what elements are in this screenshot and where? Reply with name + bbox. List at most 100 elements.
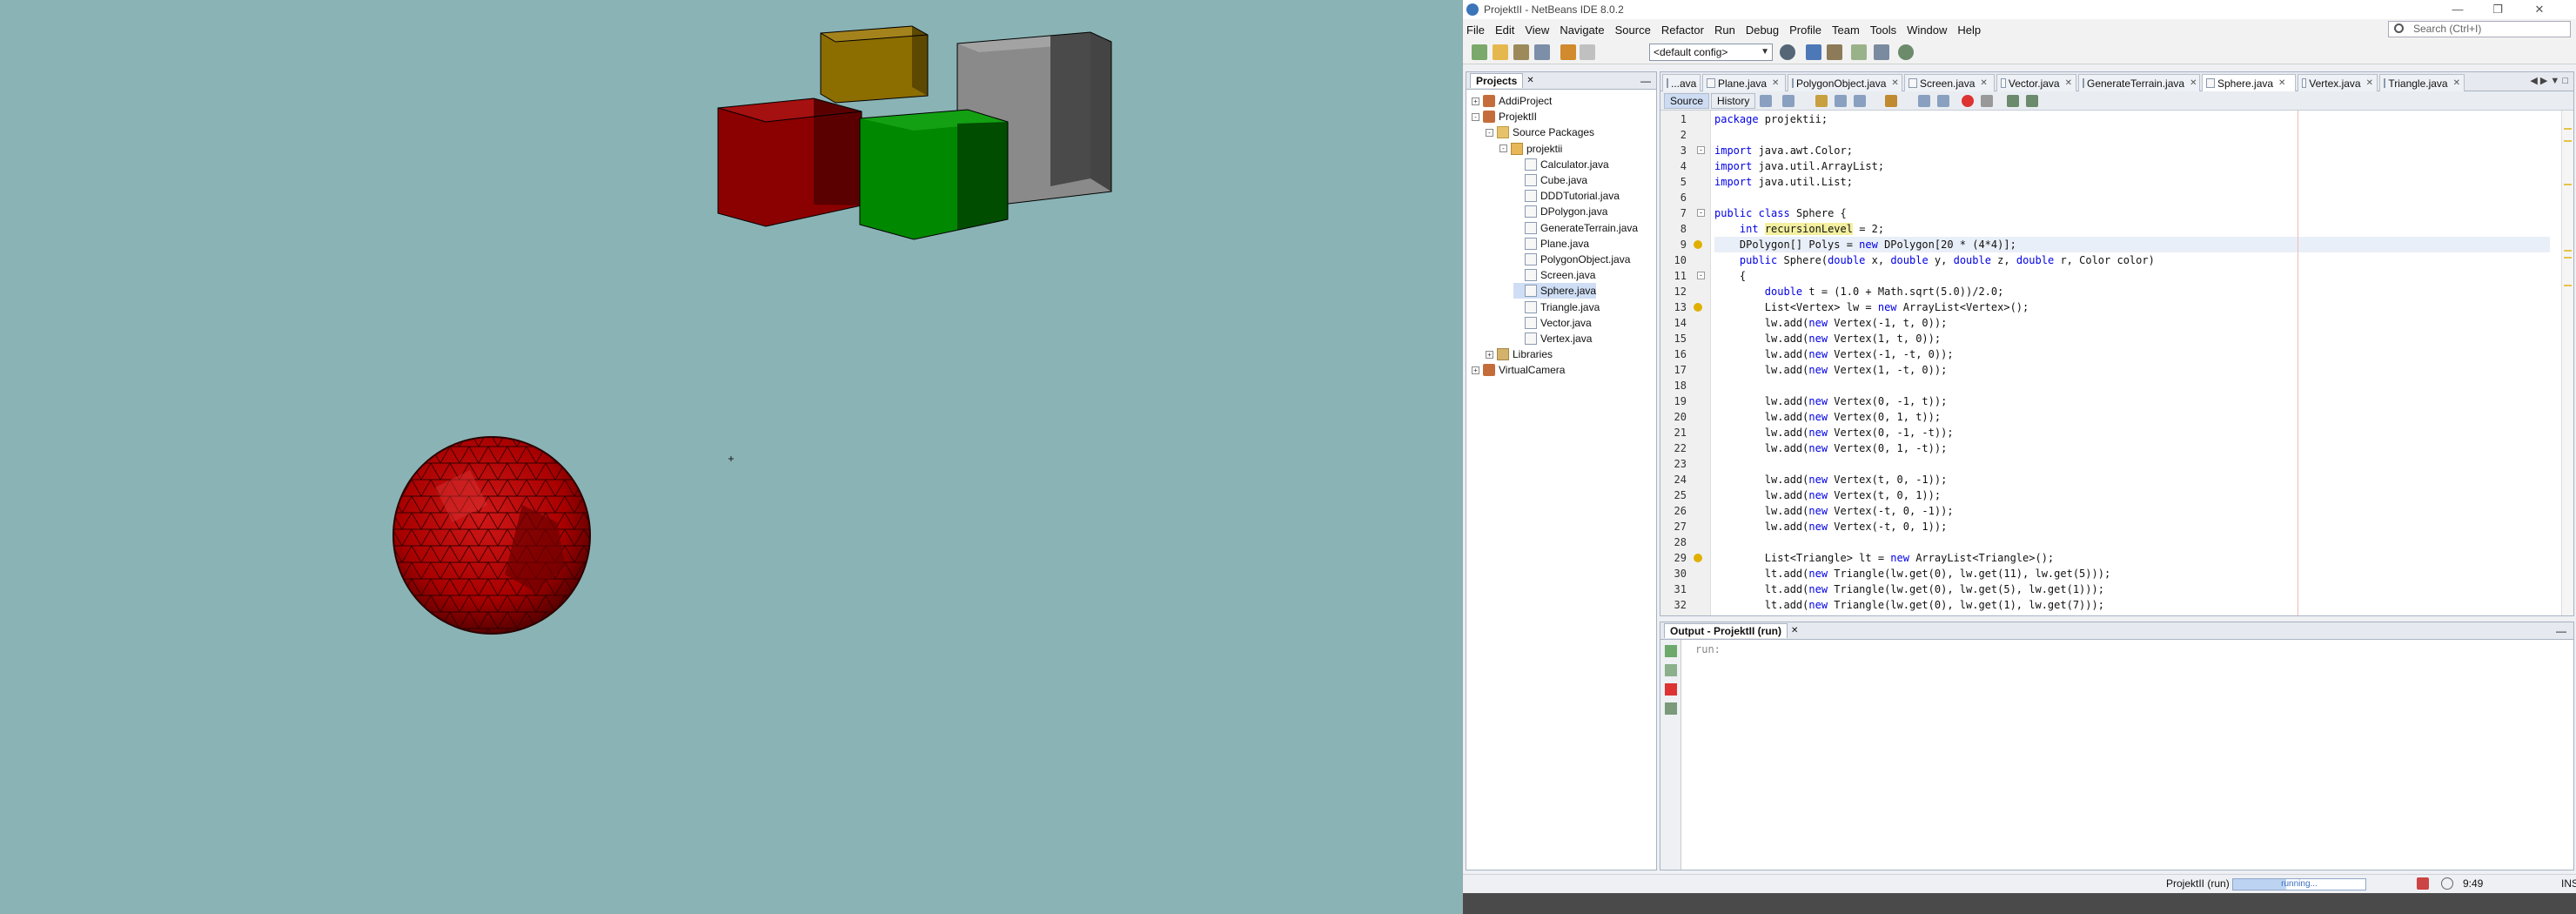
- maximize-icon[interactable]: ❐: [2478, 0, 2518, 19]
- close-tab-icon[interactable]: ✕: [2065, 76, 2072, 91]
- tab-projects[interactable]: Projects: [1470, 73, 1524, 88]
- tab-navigation-icon[interactable]: ◀ ▶ ▼ □: [2530, 75, 2568, 86]
- menu-tools[interactable]: Tools: [1870, 24, 1896, 37]
- menu-source[interactable]: Source: [1615, 24, 1651, 37]
- collapse-icon[interactable]: -: [1472, 112, 1479, 121]
- menu-window[interactable]: Window: [1907, 24, 1947, 37]
- debug-icon[interactable]: [1874, 44, 1889, 60]
- rerun-icon[interactable]: [1665, 645, 1677, 657]
- hint-bulb-icon[interactable]: [1694, 554, 1702, 562]
- fold-icon[interactable]: -: [1697, 209, 1705, 217]
- menu-debug[interactable]: Debug: [1746, 24, 1779, 37]
- menu-profile[interactable]: Profile: [1789, 24, 1821, 37]
- stop-icon[interactable]: [1665, 683, 1677, 696]
- close-tab-icon[interactable]: ✕: [2453, 76, 2460, 91]
- menu-help[interactable]: Help: [1957, 24, 1981, 37]
- globe-icon[interactable]: [1780, 44, 1795, 60]
- settings-icon[interactable]: [1665, 702, 1677, 715]
- 3d-viewport[interactable]: [0, 0, 1462, 914]
- rerun-with-params-icon[interactable]: [1665, 664, 1677, 676]
- progress-bar[interactable]: running...: [2232, 878, 2366, 890]
- expand-icon[interactable]: +: [1472, 366, 1479, 374]
- vertical-scrollbar[interactable]: [2561, 111, 2573, 615]
- source-view-button[interactable]: Source: [1664, 93, 1710, 109]
- cancel-task-icon[interactable]: [2417, 877, 2429, 890]
- record-macro-icon[interactable]: [1962, 95, 1974, 107]
- editor-tab[interactable]: Vertex.java ✕: [2298, 74, 2378, 91]
- find-next-icon[interactable]: [1854, 95, 1866, 107]
- close-icon[interactable]: ✕: [1791, 626, 1798, 635]
- redo-icon[interactable]: [1580, 44, 1595, 60]
- tree-item[interactable]: Vector.java: [1513, 315, 1592, 331]
- fold-icon[interactable]: -: [1697, 146, 1705, 154]
- tab-output[interactable]: Output - ProjektII (run): [1664, 623, 1788, 638]
- collapse-icon[interactable]: -: [1486, 128, 1493, 137]
- run-icon[interactable]: [1851, 44, 1867, 60]
- tree-item[interactable]: DPolygon.java: [1513, 204, 1607, 219]
- toggle-bookmark-icon[interactable]: [1885, 95, 1897, 107]
- find-previous-icon[interactable]: [1835, 95, 1847, 107]
- tree-item[interactable]: Screen.java: [1513, 267, 1595, 283]
- tree-item[interactable]: Triangle.java: [1513, 299, 1600, 315]
- tree-item[interactable]: - projektii: [1499, 141, 1562, 157]
- save-all-icon[interactable]: [1534, 44, 1550, 60]
- find-icon[interactable]: [1815, 95, 1828, 107]
- tree-item[interactable]: + AddiProject: [1472, 93, 1552, 109]
- minimize-icon[interactable]: —: [2438, 0, 2478, 19]
- back-icon[interactable]: [1760, 95, 1772, 107]
- tree-item[interactable]: Calculator.java: [1513, 157, 1609, 172]
- menu-file[interactable]: File: [1466, 24, 1485, 37]
- tree-item[interactable]: Cube.java: [1513, 172, 1587, 188]
- editor-tab[interactable]: Plane.java ✕: [1702, 74, 1786, 91]
- close-tab-icon[interactable]: ✕: [2190, 76, 2197, 91]
- editor-tab[interactable]: ...ava✕: [1662, 74, 1709, 91]
- editor-tab[interactable]: GenerateTerrain.java ✕: [2078, 74, 2200, 91]
- close-tab-icon[interactable]: ✕: [1891, 76, 1898, 91]
- tree-item[interactable]: Vertex.java: [1513, 331, 1592, 346]
- menu-navigate[interactable]: Navigate: [1560, 24, 1604, 37]
- tree-item[interactable]: Plane.java: [1513, 236, 1589, 252]
- comment-icon[interactable]: [2007, 95, 2019, 107]
- menu-run[interactable]: Run: [1714, 24, 1735, 37]
- shift-left-icon[interactable]: [1918, 95, 1930, 107]
- history-view-button[interactable]: History: [1711, 93, 1756, 109]
- config-select[interactable]: <default config> ▼: [1649, 44, 1773, 61]
- expand-icon[interactable]: +: [1472, 97, 1479, 105]
- editor-tab[interactable]: Sphere.java ✕: [2202, 74, 2296, 91]
- close-tab-icon[interactable]: ✕: [2278, 76, 2285, 91]
- menu-view[interactable]: View: [1525, 24, 1549, 37]
- editor-tab[interactable]: Triangle.java ✕: [2379, 74, 2465, 91]
- tree-item[interactable]: DDDTutorial.java: [1513, 188, 1620, 204]
- shift-right-icon[interactable]: [1937, 95, 1949, 107]
- stop-macro-icon[interactable]: [1981, 95, 1993, 107]
- clean-build-icon[interactable]: [1827, 44, 1842, 60]
- menu-team[interactable]: Team: [1832, 24, 1860, 37]
- collapse-icon[interactable]: -: [1499, 144, 1507, 153]
- minimize-panel-icon[interactable]: —: [1640, 75, 1651, 87]
- close-icon[interactable]: ✕: [2519, 0, 2559, 19]
- fold-icon[interactable]: -: [1697, 272, 1705, 279]
- forward-icon[interactable]: [1782, 95, 1794, 107]
- uncomment-icon[interactable]: [2026, 95, 2038, 107]
- open-project-icon[interactable]: [1513, 44, 1529, 60]
- hint-bulb-icon[interactable]: [1694, 240, 1702, 249]
- editor-tab[interactable]: Vector.java ✕: [1996, 74, 2076, 91]
- new-project-icon[interactable]: [1493, 44, 1508, 60]
- build-icon[interactable]: [1806, 44, 1821, 60]
- close-tab-icon[interactable]: ✕: [1772, 76, 1779, 91]
- menu-edit[interactable]: Edit: [1495, 24, 1514, 37]
- editor-tab[interactable]: Screen.java ✕: [1904, 74, 1995, 91]
- close-tab-icon[interactable]: ✕: [2366, 76, 2373, 91]
- tree-item[interactable]: + Libraries: [1486, 346, 1553, 362]
- minimize-panel-icon[interactable]: —: [2556, 625, 2566, 637]
- tree-item[interactable]: GenerateTerrain.java: [1513, 220, 1638, 236]
- menu-refactor[interactable]: Refactor: [1661, 24, 1704, 37]
- search-input[interactable]: Search (Ctrl+I): [2388, 21, 2571, 37]
- tree-item[interactable]: PolygonObject.java: [1513, 252, 1630, 267]
- expand-icon[interactable]: +: [1486, 350, 1493, 359]
- new-file-icon[interactable]: [1472, 44, 1487, 60]
- tree-item[interactable]: - ProjektII: [1472, 109, 1537, 124]
- profile-icon[interactable]: [1898, 44, 1914, 60]
- notifications-icon[interactable]: [2441, 877, 2453, 890]
- tree-item[interactable]: - Source Packages: [1486, 124, 1594, 140]
